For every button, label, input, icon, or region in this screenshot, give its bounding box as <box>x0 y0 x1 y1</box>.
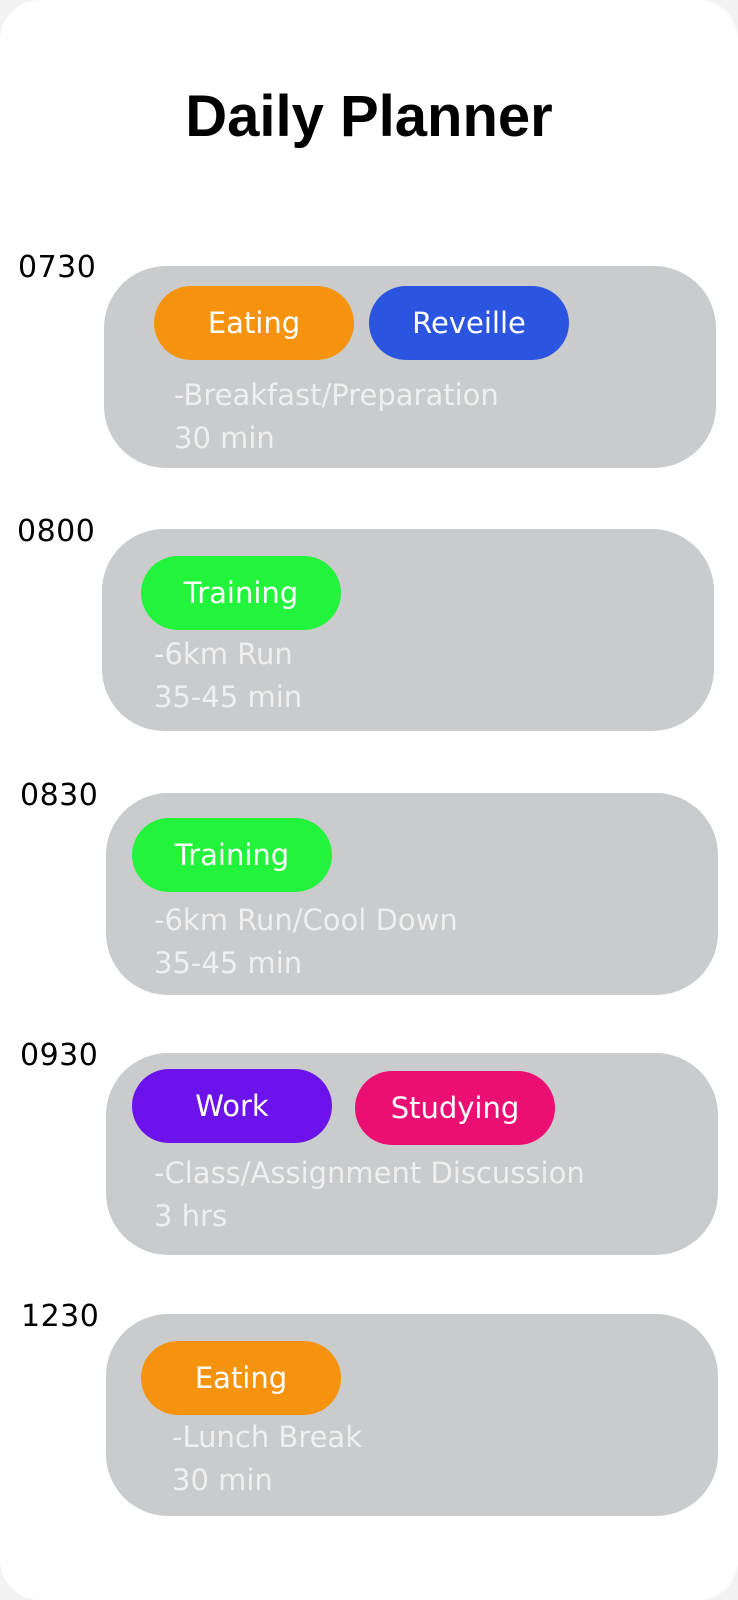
entry-description: -Lunch Break <box>172 1420 363 1454</box>
time-label-1230: 1230 <box>21 1299 100 1334</box>
entry-details: -Breakfast/Preparation 30 min <box>174 374 499 460</box>
tag-training[interactable]: Training <box>141 556 341 630</box>
entry-duration: 35-45 min <box>154 680 303 714</box>
entry-duration: 3 hrs <box>154 1199 228 1233</box>
entry-details: -6km Run 35-45 min <box>154 633 302 719</box>
page-title: Daily Planner <box>185 84 553 149</box>
entry-details: -6km Run/Cool Down 35-45 min <box>154 899 458 985</box>
tag-training[interactable]: Training <box>132 818 332 892</box>
schedule-card-0800[interactable]: Training -6km Run 35-45 min <box>102 529 714 731</box>
entry-description: -6km Run <box>154 637 293 671</box>
time-label-0930: 0930 <box>20 1038 99 1073</box>
tag-work[interactable]: Work <box>132 1069 332 1143</box>
schedule-card-0930[interactable]: Work Studying -Class/Assignment Discussi… <box>106 1053 718 1255</box>
tag-eating[interactable]: Eating <box>154 286 354 360</box>
entry-details: -Lunch Break 30 min <box>172 1416 362 1502</box>
entry-details: -Class/Assignment Discussion 3 hrs <box>154 1152 585 1238</box>
tag-eating[interactable]: Eating <box>141 1341 341 1415</box>
schedule-card-1230[interactable]: Eating -Lunch Break 30 min <box>106 1314 718 1516</box>
planner-screen: Daily Planner 0730 Eating Reveille -Brea… <box>0 0 738 1600</box>
schedule-card-0830[interactable]: Training -6km Run/Cool Down 35-45 min <box>106 793 718 995</box>
entry-duration: 30 min <box>174 421 275 455</box>
entry-description: -6km Run/Cool Down <box>154 903 458 937</box>
tag-studying[interactable]: Studying <box>355 1071 555 1145</box>
entry-description: -Breakfast/Preparation <box>174 378 499 412</box>
schedule-card-0730[interactable]: Eating Reveille -Breakfast/Preparation 3… <box>104 266 716 468</box>
time-label-0730: 0730 <box>18 250 97 285</box>
time-label-0830: 0830 <box>20 778 99 813</box>
entry-duration: 35-45 min <box>154 946 303 980</box>
entry-duration: 30 min <box>172 1463 273 1497</box>
tag-reveille[interactable]: Reveille <box>369 286 569 360</box>
entry-description: -Class/Assignment Discussion <box>154 1156 585 1190</box>
time-label-0800: 0800 <box>17 514 96 549</box>
